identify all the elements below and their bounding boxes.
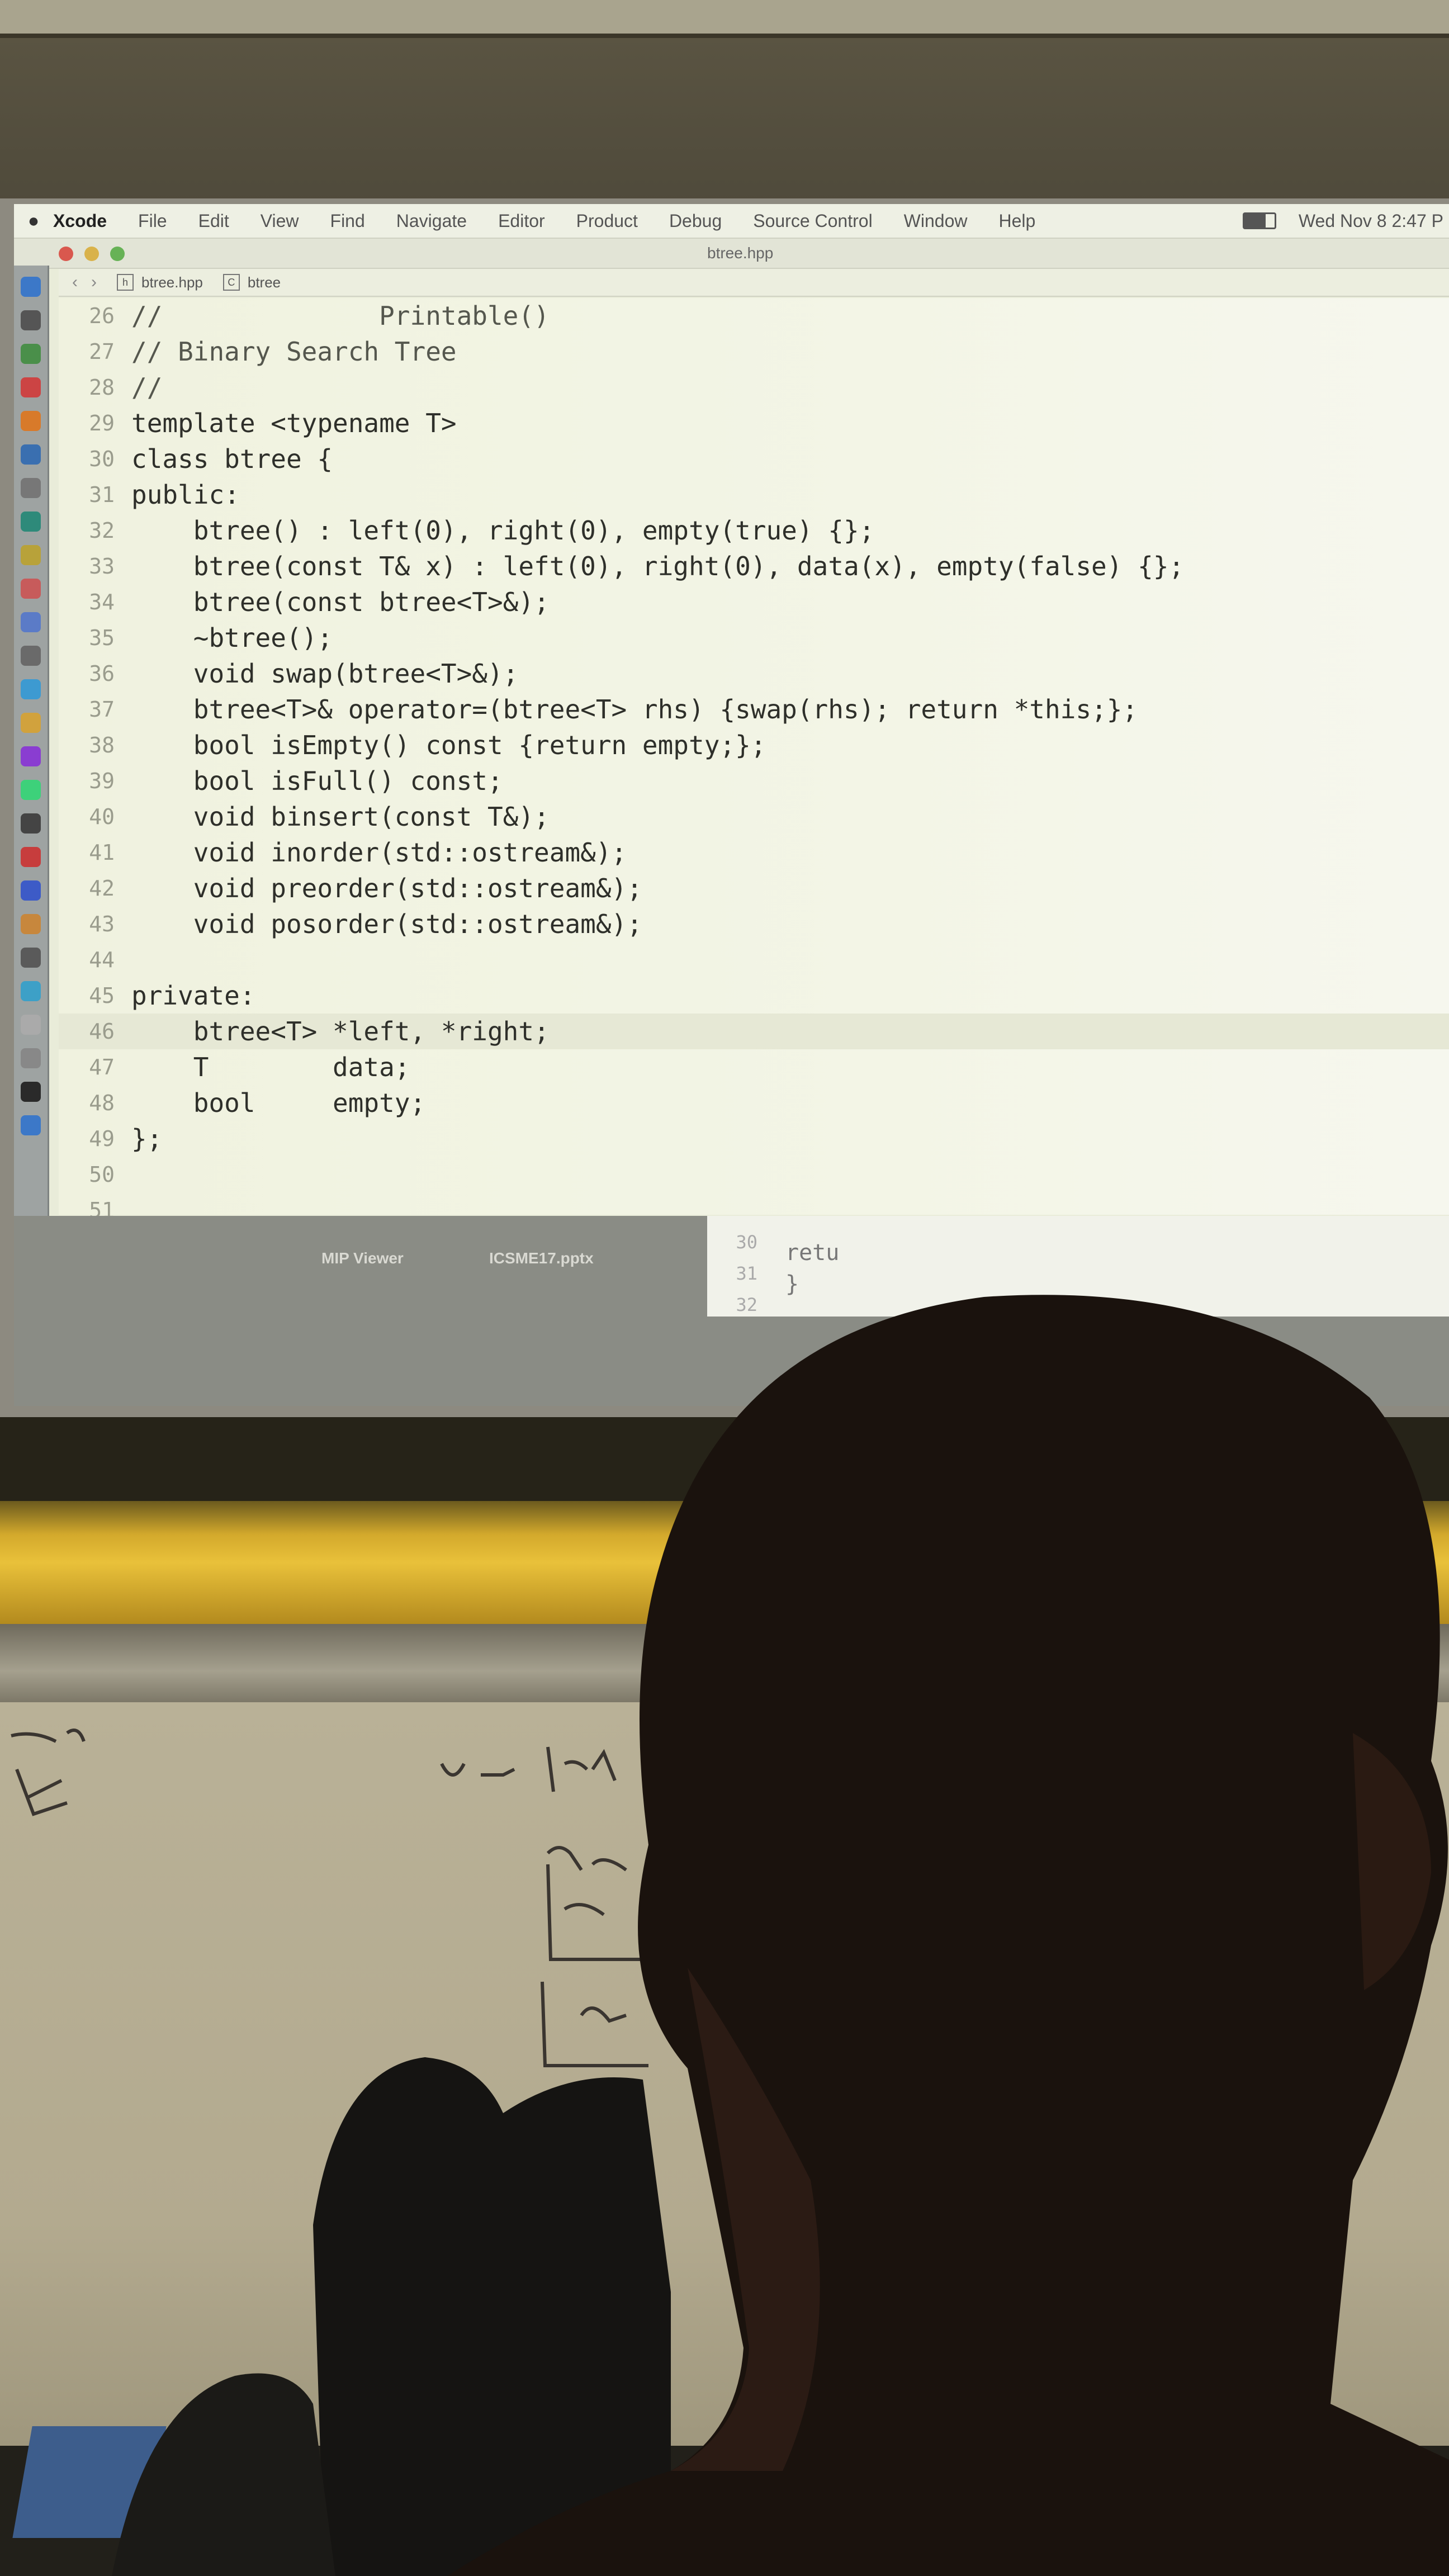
audience-silhouettes bbox=[112, 1295, 1449, 2576]
student-silhouette bbox=[112, 2373, 335, 2576]
